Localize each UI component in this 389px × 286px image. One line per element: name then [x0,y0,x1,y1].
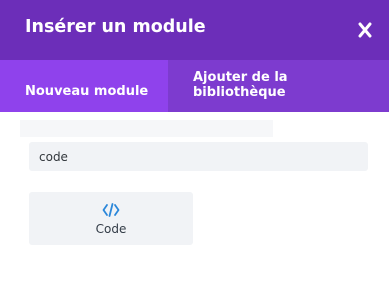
close-button[interactable] [353,18,377,42]
tab-bar: Nouveau module Ajouter de la bibliothèqu… [0,60,389,112]
module-item-code-label: Code [95,222,127,236]
close-icon [358,22,372,38]
tab-add-from-library[interactable]: Ajouter de la bibliothèque [168,60,389,112]
code-icon [102,203,120,217]
module-item-code[interactable]: Code [29,192,193,245]
dialog-header: Insérer un module [0,0,389,60]
tab-new-module[interactable]: Nouveau module [0,60,168,112]
tab-new-module-label: Nouveau module [25,84,149,99]
insert-module-dialog: Insérer un module Nouveau module Ajouter… [0,0,389,286]
tab-add-from-library-label: Ajouter de la bibliothèque [193,70,288,100]
module-search-input[interactable] [29,142,368,171]
dialog-title: Insérer un module [25,17,206,37]
faded-background-bar [20,120,273,137]
